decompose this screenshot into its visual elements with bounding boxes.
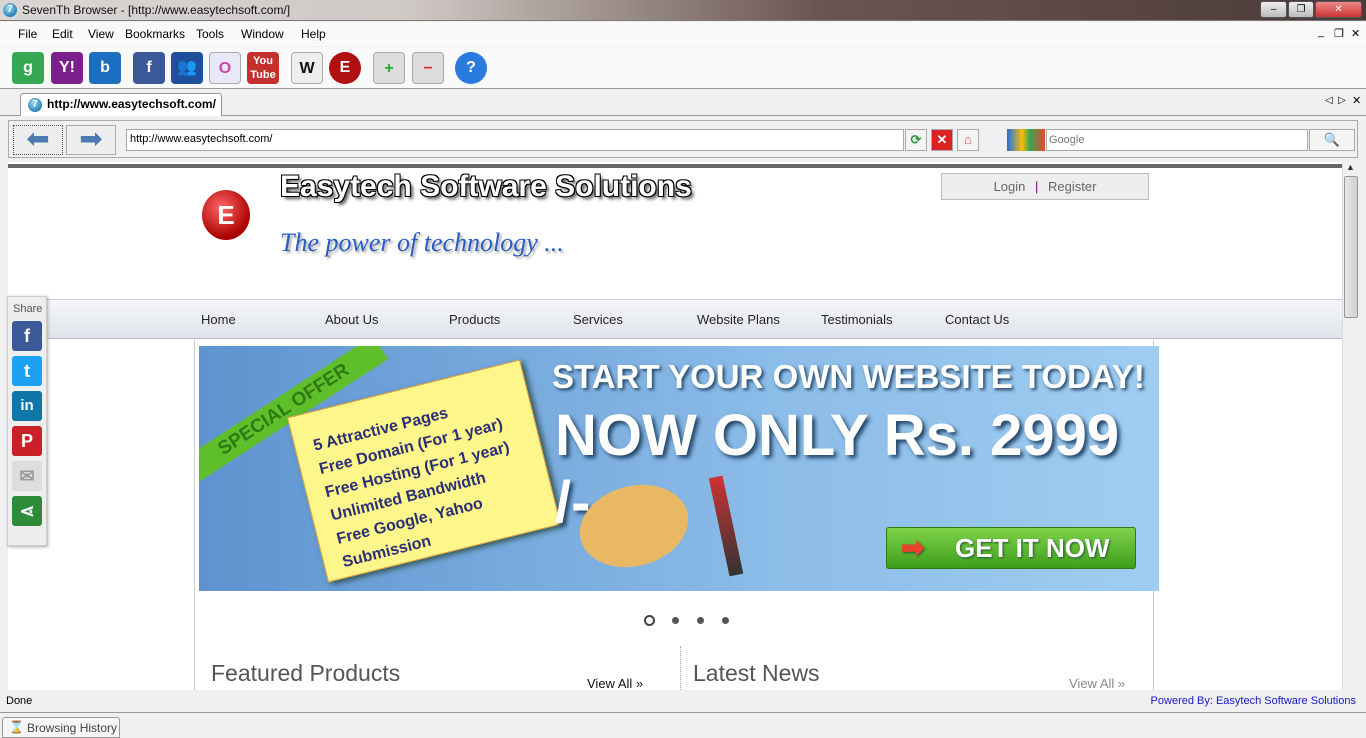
menu-edit[interactable]: Edit (52, 27, 73, 41)
scroll-up-icon[interactable]: ▲ (1346, 162, 1355, 172)
add-bookmark-icon[interactable]: + (373, 52, 405, 84)
address-input[interactable]: http://www.easytechsoft.com/ (126, 129, 904, 151)
menu-bar: File Edit View Bookmarks Tools Window He… (0, 22, 1366, 46)
slide-dot-2[interactable] (672, 617, 679, 624)
browser-logo-icon: 7 (3, 3, 17, 17)
back-button[interactable]: ⬅ (13, 125, 63, 155)
site-nav-services[interactable]: Services (573, 312, 623, 327)
share-label: Share (13, 303, 43, 315)
site-nav-home[interactable]: Home (201, 312, 236, 327)
close-button[interactable]: ✕ (1315, 1, 1362, 18)
tab-close-icon[interactable]: ✕ (1352, 94, 1361, 107)
remove-bookmark-icon[interactable]: − (412, 52, 444, 84)
site-nav-contact[interactable]: Contact Us (945, 312, 1009, 327)
register-link[interactable]: Register (1048, 179, 1096, 194)
cta-label: GET IT NOW (955, 533, 1110, 563)
help-icon[interactable]: ? (455, 52, 487, 84)
site-title: Easytech Software Solutions (280, 170, 692, 203)
easytech-icon[interactable]: E (329, 52, 361, 84)
status-text: Done (6, 695, 33, 707)
stop-button[interactable]: ✕ (931, 129, 953, 151)
menu-tools[interactable]: Tools (196, 27, 224, 41)
section-divider (680, 646, 681, 690)
tab-easytechsoft[interactable]: 7 http://www.easytechsoft.com/ (20, 93, 222, 116)
google-icon[interactable]: g (12, 52, 44, 84)
web-page: E Easytech Software Solutions The power … (8, 162, 1342, 690)
slide-dot-3[interactable] (697, 617, 704, 624)
vertical-scrollbar[interactable]: ▲ (1342, 162, 1358, 690)
promo-banner[interactable]: SPECIAL OFFER 5 Attractive Pages Free Do… (199, 346, 1159, 591)
page-top-rule (8, 164, 1342, 168)
mdi-restore-icon[interactable]: ❐ (1334, 27, 1344, 40)
browsing-history-tab[interactable]: ⌛ Browsing History (2, 717, 120, 738)
slide-dot-1-active[interactable] (644, 615, 655, 626)
featured-view-all-link[interactable]: View All » (587, 676, 643, 690)
menu-help[interactable]: Help (301, 27, 326, 41)
scrollbar-thumb[interactable] (1344, 176, 1358, 318)
refresh-button[interactable]: ⟳ (905, 129, 927, 151)
share-email-icon[interactable]: ✉ (12, 461, 42, 491)
navigation-bar: ⬅ ➡ http://www.easytechsoft.com/ ⟳ ✕ ⌂ G… (8, 120, 1358, 158)
share-facebook-icon[interactable]: f (12, 321, 42, 351)
youtube-icon[interactable]: You Tube (247, 52, 279, 84)
bing-icon[interactable]: b (89, 52, 121, 84)
window-title: SevenTh Browser - [http://www.easytechso… (22, 3, 291, 17)
account-box: Login | Register (941, 173, 1149, 200)
banner-headline: START YOUR OWN WEBSITE TODAY! (552, 358, 1145, 395)
minimize-button[interactable]: – (1260, 1, 1287, 18)
bottom-panel-bar: ⌛ Browsing History (0, 714, 1366, 738)
facebook-icon[interactable]: f (133, 52, 165, 84)
share-pinterest-icon[interactable]: P (12, 426, 42, 456)
myspace-icon[interactable]: 👥 (171, 52, 203, 84)
hourglass-icon: ⌛ (9, 720, 24, 734)
search-button[interactable]: 🔍 (1309, 129, 1355, 151)
news-view-all-link[interactable]: View All » (1069, 676, 1125, 690)
browsing-history-label: Browsing History (27, 721, 118, 735)
share-linkedin-icon[interactable]: in (12, 391, 42, 421)
easytech-logo-icon[interactable]: E (202, 190, 250, 240)
google-search-engine-icon[interactable] (1007, 129, 1045, 151)
tab-scroll-right-icon[interactable]: ▷ (1338, 95, 1346, 106)
menu-window[interactable]: Window (241, 27, 284, 41)
mdi-minimize-icon[interactable]: _ (1318, 26, 1324, 38)
bookmark-toolbar: g Y! b f 👥 O You Tube W E + −? (0, 47, 1366, 89)
login-link[interactable]: Login (994, 179, 1026, 194)
get-it-now-button[interactable]: ➡ GET IT NOW (886, 527, 1136, 569)
separator: | (1035, 179, 1039, 194)
wikipedia-icon[interactable]: W (291, 52, 323, 84)
site-nav-plans[interactable]: Website Plans (697, 312, 780, 327)
yahoo-icon[interactable]: Y! (51, 52, 83, 84)
search-input[interactable]: Google (1046, 129, 1308, 151)
title-bar: 7 SevenTh Browser - [http://www.easytech… (0, 0, 1366, 21)
home-button[interactable]: ⌂ (957, 129, 979, 151)
site-nav-products[interactable]: Products (449, 312, 500, 327)
tab-label: http://www.easytechsoft.com/ (47, 97, 216, 111)
arrow-right-icon: ➡ (901, 532, 925, 563)
forward-button[interactable]: ➡ (66, 125, 116, 155)
powered-by-text: Powered By: Easytech Software Solutions (1150, 695, 1356, 707)
featured-products-heading: Featured Products (211, 660, 401, 686)
maximize-button[interactable]: ❐ (1288, 1, 1314, 18)
share-twitter-icon[interactable]: t (12, 356, 42, 386)
page-favicon-icon: 7 (28, 98, 42, 112)
mdi-close-icon[interactable]: ✕ (1351, 27, 1360, 40)
column-border-left (194, 340, 195, 690)
menu-view[interactable]: View (88, 27, 114, 41)
tab-strip: 7 http://www.easytechsoft.com/ ◁ ▷ ✕ (0, 90, 1366, 116)
site-tagline: The power of technology ... (280, 228, 564, 257)
tab-scroll-left-icon[interactable]: ◁ (1325, 95, 1333, 106)
site-nav-about[interactable]: About Us (325, 312, 378, 327)
share-more-icon[interactable]: ⋖ (12, 496, 42, 526)
slide-dot-4[interactable] (722, 617, 729, 624)
site-nav-testimonials[interactable]: Testimonials (821, 312, 893, 327)
status-bar: Done Powered By: Easytech Software Solut… (0, 691, 1366, 713)
latest-news-heading: Latest News (693, 660, 820, 686)
orkut-icon[interactable]: O (209, 52, 241, 84)
menu-bookmarks[interactable]: Bookmarks (125, 27, 185, 41)
share-sidebar: Share f t in P ✉ ⋖ (7, 296, 47, 546)
menu-file[interactable]: File (18, 27, 37, 41)
